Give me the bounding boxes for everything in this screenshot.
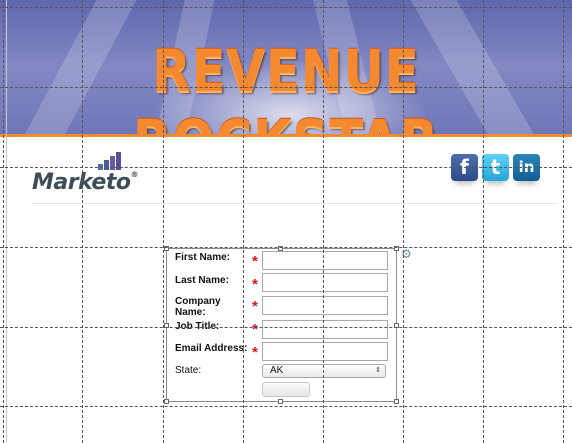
guide-line [0,247,572,248]
guide-line [163,0,164,443]
required-asterisk: * [252,298,258,315]
resize-handle[interactable] [164,399,169,404]
first-name-label: First Name: [175,252,231,263]
required-asterisk: * [252,321,258,338]
job-title-field[interactable] [262,320,388,339]
guide-line [3,0,4,443]
banner: REVENUE ROCKSTAR [0,0,572,137]
guide-line [403,0,404,443]
required-asterisk: * [252,344,258,361]
state-selected-value: AK [270,365,284,376]
required-asterisk: * [252,276,258,293]
guide-line [483,0,484,443]
banner-stripe [0,134,572,137]
state-label: State: [175,365,202,376]
resize-handle[interactable] [278,399,283,404]
last-name-label: Last Name: [175,275,229,286]
select-arrows-icon: ⇕ [375,367,381,374]
resize-handle[interactable] [394,399,399,404]
company-name-label: Company Name: [175,296,221,318]
divider [32,203,556,204]
required-asterisk: * [252,253,258,270]
company-name-field[interactable] [262,296,388,315]
state-select[interactable]: AK ⇕ [262,364,386,378]
guide-line [0,327,572,328]
guide-line [243,0,244,443]
guide-line [323,0,324,443]
last-name-field[interactable] [262,273,388,292]
first-name-field[interactable] [262,251,388,270]
guide-line [0,7,572,8]
page-left-edge [6,0,7,443]
logo-wordmark: Marketo® [32,170,138,195]
email-field[interactable] [262,342,388,361]
marketo-logo: Marketo® [32,152,142,198]
guide-line [82,0,83,443]
submit-button[interactable] [262,382,310,397]
guide-line [0,406,572,407]
guide-line [0,167,572,168]
guide-line [0,87,572,88]
email-address-label: Email Address: [175,343,248,354]
guide-line [563,0,564,443]
